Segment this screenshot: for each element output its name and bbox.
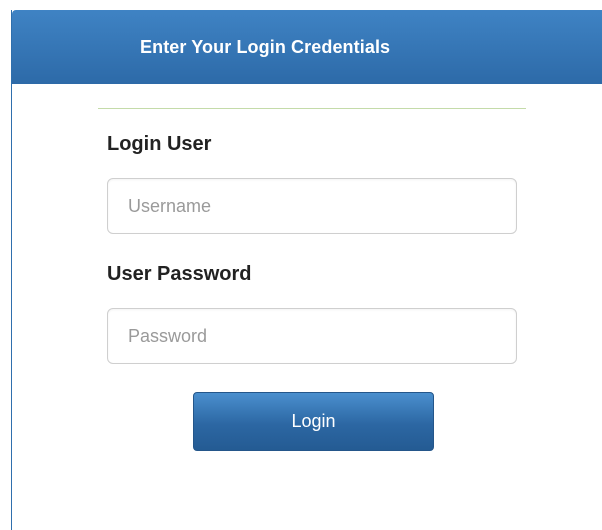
panel-title: Enter Your Login Credentials — [140, 37, 391, 57]
password-input[interactable] — [107, 308, 517, 364]
login-button[interactable]: Login — [193, 392, 434, 451]
username-input[interactable] — [107, 178, 517, 234]
panel-header: Enter Your Login Credentials — [12, 10, 602, 84]
password-label: User Password — [107, 263, 252, 285]
header-divider — [98, 108, 526, 109]
login-panel: Enter Your Login Credentials Login User … — [11, 10, 602, 530]
username-label: Login User — [107, 133, 212, 155]
